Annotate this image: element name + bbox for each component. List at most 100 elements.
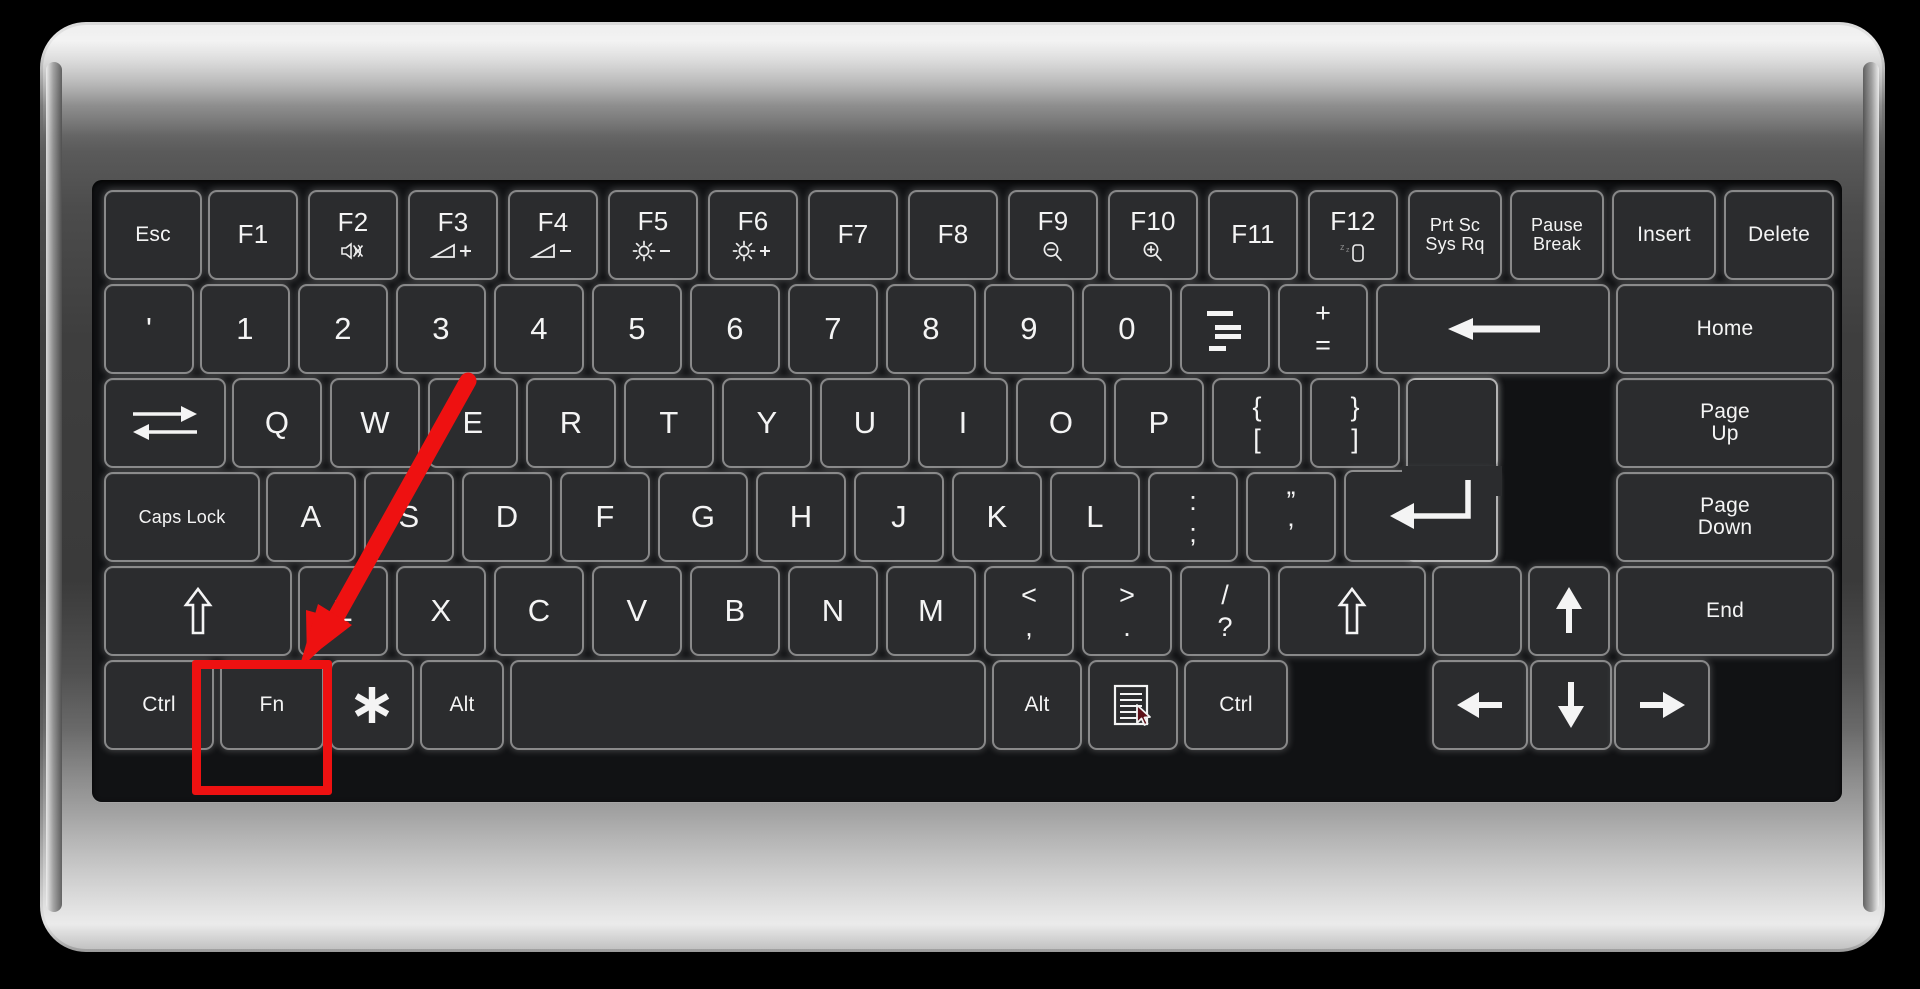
key-ctrl-left[interactable]: Ctrl xyxy=(106,662,212,748)
key-f10[interactable]: F10 xyxy=(1110,192,1196,278)
key-arrow-down[interactable] xyxy=(1532,662,1610,748)
key-d[interactable]: D xyxy=(464,474,550,560)
key-apostrophe[interactable]: ' xyxy=(106,286,192,372)
key-underscore-minus[interactable] xyxy=(1182,286,1268,372)
key-semicolon[interactable]: : ; xyxy=(1150,474,1236,560)
key-w[interactable]: W xyxy=(332,380,418,466)
key-f2[interactable]: F2 xyxy=(310,192,396,278)
key-4[interactable]: 4 xyxy=(496,286,582,372)
key-arrow-right[interactable] xyxy=(1616,662,1708,748)
key-shift-left[interactable] xyxy=(106,568,290,654)
key-delete[interactable]: Delete xyxy=(1726,192,1832,278)
key-label: Page Down xyxy=(1697,493,1753,539)
key-j[interactable]: J xyxy=(856,474,942,560)
key-alt-right[interactable]: Alt xyxy=(994,662,1080,748)
key-f8[interactable]: F8 xyxy=(910,192,996,278)
key-a[interactable]: A xyxy=(268,474,354,560)
key-period[interactable]: > . xyxy=(1084,568,1170,654)
key-f11[interactable]: F11 xyxy=(1210,192,1296,278)
key-arrow-left[interactable] xyxy=(1434,662,1526,748)
key-quote[interactable]: ” ’ xyxy=(1248,474,1334,560)
key-label: Q xyxy=(264,404,290,440)
key-label: Y xyxy=(756,404,778,440)
key-label-bottom: ’ xyxy=(1288,518,1294,548)
key-well: Esc F1 F2 F3 F4 F5 F6 F7 F8 F9 F10 F11 F… xyxy=(92,180,1842,802)
key-b[interactable]: B xyxy=(692,568,778,654)
key-home[interactable]: Home xyxy=(1618,286,1832,372)
key-fn[interactable]: Fn xyxy=(222,662,322,748)
key-comma[interactable]: < , xyxy=(986,568,1072,654)
key-z[interactable]: Z xyxy=(300,568,386,654)
key-slash[interactable]: / ? xyxy=(1182,568,1268,654)
key-context-menu[interactable] xyxy=(1090,662,1176,748)
key-9[interactable]: 9 xyxy=(986,286,1072,372)
key-m[interactable]: M xyxy=(888,568,974,654)
key-f6[interactable]: F6 xyxy=(710,192,796,278)
screenshot-root: Esc F1 F2 F3 F4 F5 F6 F7 F8 F9 F10 F11 F… xyxy=(0,0,1920,989)
volume-up-icon xyxy=(430,241,476,261)
key-1[interactable]: 1 xyxy=(202,286,288,372)
key-o[interactable]: O xyxy=(1018,380,1104,466)
key-f4[interactable]: F4 xyxy=(510,192,596,278)
key-8[interactable]: 8 xyxy=(888,286,974,372)
key-2[interactable]: 2 xyxy=(300,286,386,372)
key-page-up[interactable]: Page Up xyxy=(1618,380,1832,466)
key-f12[interactable]: F12 z z xyxy=(1310,192,1396,278)
key-plus-equals[interactable]: + = xyxy=(1280,286,1366,372)
key-0[interactable]: 0 xyxy=(1084,286,1170,372)
key-label: 6 xyxy=(726,310,744,346)
key-label: T xyxy=(659,404,679,440)
key-page-down[interactable]: Page Down xyxy=(1618,474,1832,560)
key-i[interactable]: I xyxy=(920,380,1006,466)
key-shift-right[interactable] xyxy=(1280,568,1424,654)
key-l[interactable]: L xyxy=(1052,474,1138,560)
key-caps-lock[interactable]: Caps Lock xyxy=(106,474,258,560)
key-r[interactable]: R xyxy=(528,380,614,466)
key-p[interactable]: P xyxy=(1116,380,1202,466)
key-3[interactable]: 3 xyxy=(398,286,484,372)
key-s[interactable]: S xyxy=(366,474,452,560)
key-label-top: < xyxy=(1021,579,1037,610)
key-q[interactable]: Q xyxy=(234,380,320,466)
key-n[interactable]: N xyxy=(790,568,876,654)
key-x[interactable]: X xyxy=(398,568,484,654)
key-alt-left[interactable]: Alt xyxy=(422,662,502,748)
key-backspace[interactable] xyxy=(1378,286,1608,372)
key-f3[interactable]: F3 xyxy=(410,192,496,278)
key-print-screen[interactable]: Prt Sc Sys Rq xyxy=(1410,192,1500,278)
key-v[interactable]: V xyxy=(594,568,680,654)
key-f1[interactable]: F1 xyxy=(210,192,296,278)
key-g[interactable]: G xyxy=(660,474,746,560)
key-7[interactable]: 7 xyxy=(790,286,876,372)
bezel-highlight-right xyxy=(1863,62,1879,912)
key-u[interactable]: U xyxy=(822,380,908,466)
key-plate: Esc F1 F2 F3 F4 F5 F6 F7 F8 F9 F10 F11 F… xyxy=(100,188,1834,794)
key-esc[interactable]: Esc xyxy=(106,192,200,278)
key-e[interactable]: E xyxy=(430,380,516,466)
key-bracket-left[interactable]: { [ xyxy=(1214,380,1300,466)
key-end[interactable]: End xyxy=(1618,568,1832,654)
key-pause-break[interactable]: Pause Break xyxy=(1512,192,1602,278)
key-5[interactable]: 5 xyxy=(594,286,680,372)
bezel-highlight-left xyxy=(46,62,62,912)
key-f[interactable]: F xyxy=(562,474,648,560)
key-f9[interactable]: F9 xyxy=(1010,192,1096,278)
key-label: W xyxy=(360,404,390,440)
key-t[interactable]: T xyxy=(626,380,712,466)
key-blank[interactable] xyxy=(1434,568,1520,654)
key-label: G xyxy=(690,498,716,534)
key-6[interactable]: 6 xyxy=(692,286,778,372)
key-arrow-up[interactable] xyxy=(1530,568,1608,654)
key-f7[interactable]: F7 xyxy=(810,192,896,278)
key-spacebar[interactable] xyxy=(512,662,984,748)
key-k[interactable]: K xyxy=(954,474,1040,560)
key-f5[interactable]: F5 xyxy=(610,192,696,278)
key-enter[interactable] xyxy=(1346,380,1502,560)
key-insert[interactable]: Insert xyxy=(1614,192,1714,278)
key-h[interactable]: H xyxy=(758,474,844,560)
key-asterisk[interactable] xyxy=(332,662,412,748)
key-ctrl-right[interactable]: Ctrl xyxy=(1186,662,1286,748)
key-y[interactable]: Y xyxy=(724,380,810,466)
key-tab[interactable] xyxy=(106,380,224,466)
key-c[interactable]: C xyxy=(496,568,582,654)
